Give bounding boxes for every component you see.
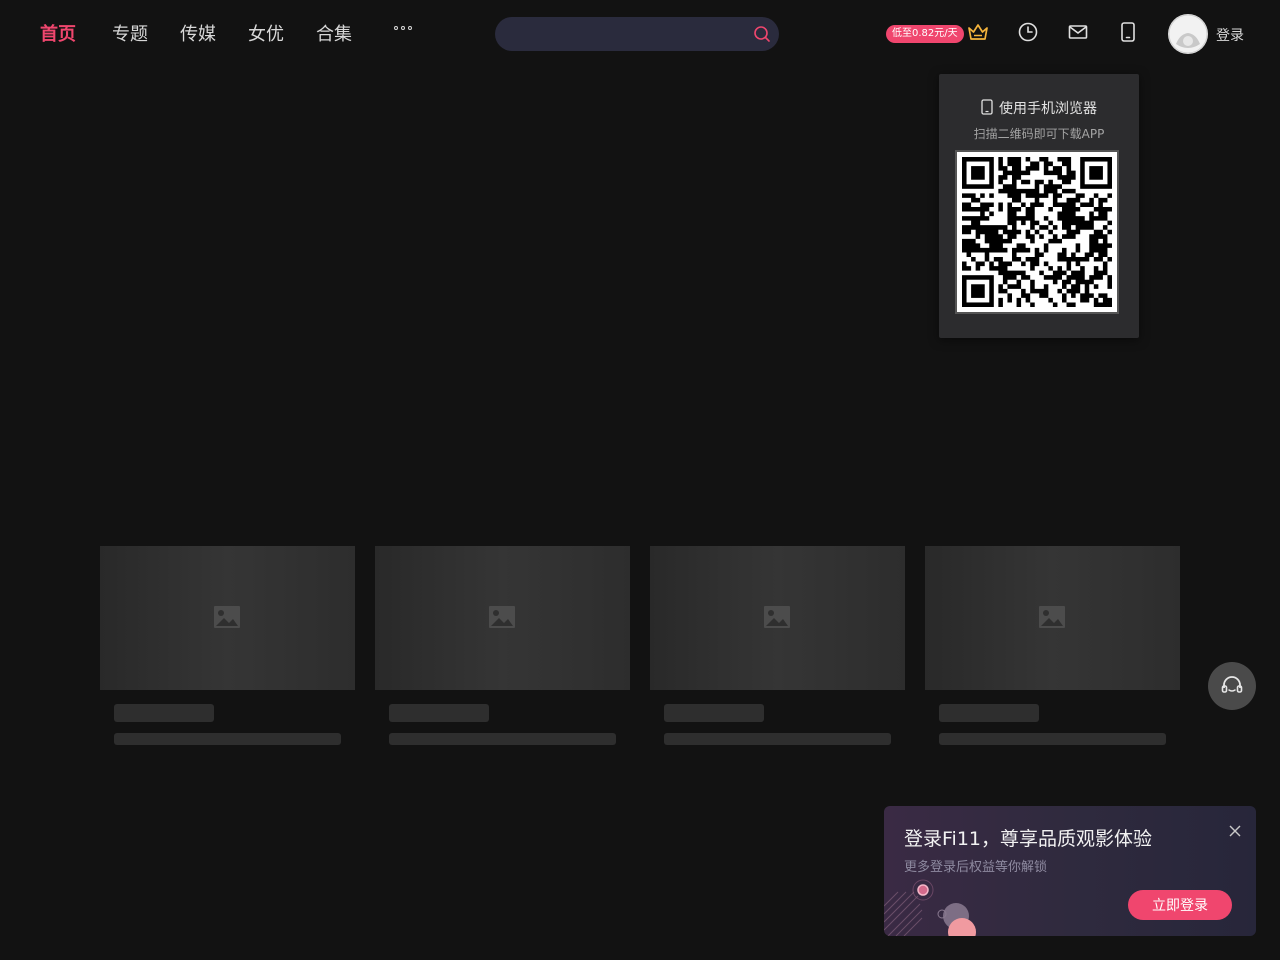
- subtitle-skeleton: [389, 733, 616, 745]
- nav-item-topics[interactable]: 专题: [112, 20, 148, 46]
- more-dots-icon[interactable]: [390, 22, 416, 34]
- login-popup-title: 登录Fi11，尊享品质观影体验: [904, 828, 1153, 850]
- subtitle-skeleton: [664, 733, 891, 745]
- title-skeleton: [664, 704, 764, 722]
- title-skeleton: [389, 704, 489, 722]
- nav-item-media[interactable]: 传媒: [180, 20, 216, 46]
- qr-code-image: [962, 157, 1112, 307]
- thumbnail-placeholder: [375, 546, 630, 690]
- video-grid: [100, 546, 1180, 756]
- image-placeholder-icon: [214, 606, 240, 628]
- image-placeholder-icon: [764, 606, 790, 628]
- mail-icon[interactable]: [1067, 21, 1089, 43]
- avatar[interactable]: [1168, 14, 1208, 54]
- login-popup-subtitle: 更多登录后权益等你解锁: [904, 860, 1048, 875]
- login-now-button[interactable]: 立即登录: [1128, 890, 1232, 920]
- search-input[interactable]: [511, 17, 745, 53]
- image-placeholder-icon: [489, 606, 515, 628]
- thumbnail-placeholder: [650, 546, 905, 690]
- qr-popup-title: 使用手机浏览器: [939, 98, 1139, 118]
- nav-item-collections[interactable]: 合集: [316, 20, 352, 46]
- nav-item-home[interactable]: 首页: [40, 20, 76, 46]
- subtitle-skeleton: [939, 733, 1166, 745]
- top-nav: 首页 专题 传媒 女优 合集 低至0.82元/天 登录: [0, 0, 1280, 68]
- customer-support-button[interactable]: [1208, 662, 1256, 710]
- login-link[interactable]: 登录: [1216, 25, 1244, 45]
- qr-popup-subtitle: 扫描二维码即可下载APP: [973, 127, 1105, 141]
- thumbnail-placeholder: [925, 546, 1180, 690]
- vip-promo-badge[interactable]: 低至0.82元/天: [886, 25, 964, 43]
- search-bar: [495, 17, 779, 53]
- thumbnail-placeholder: [100, 546, 355, 690]
- phone-icon[interactable]: [1117, 21, 1139, 43]
- image-placeholder-icon: [1039, 606, 1065, 628]
- nav-item-actresses[interactable]: 女优: [248, 20, 284, 46]
- qr-code: [955, 150, 1119, 314]
- subtitle-skeleton: [114, 733, 341, 745]
- title-skeleton: [114, 704, 214, 722]
- title-skeleton: [939, 704, 1039, 722]
- qr-title-text: 使用手机浏览器: [999, 101, 1097, 117]
- headset-icon: [1221, 676, 1243, 693]
- login-promo-popup: 登录Fi11，尊享品质观影体验 更多登录后权益等你解锁 立即登录: [884, 806, 1256, 936]
- close-icon[interactable]: [1228, 824, 1242, 838]
- search-icon[interactable]: [753, 25, 771, 43]
- history-icon[interactable]: [1017, 21, 1039, 43]
- decorative-circles: [884, 879, 976, 936]
- app-download-popup: 使用手机浏览器 扫描二维码即可下载APP: [939, 74, 1139, 338]
- crown-icon[interactable]: [967, 21, 989, 43]
- phone-icon: [981, 99, 993, 115]
